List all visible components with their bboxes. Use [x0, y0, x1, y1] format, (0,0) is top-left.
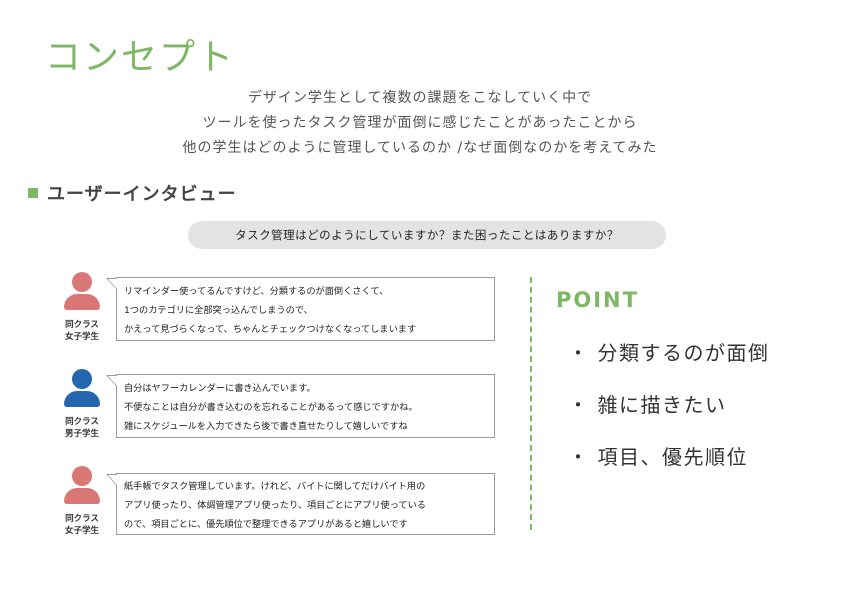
point-title: POINT [556, 288, 639, 312]
speech-bubble: 紙手帳でタスク管理しています。けれど、バイトに関してだけバイト用の アプリ使った… [106, 473, 495, 535]
section-title: ユーザーインタビュー [47, 184, 237, 205]
point-list: ・ 分類するのが面倒 ・ 雑に描きたい ・ 項目、優先順位 [568, 340, 770, 496]
bubble-line: 自分はヤフーカレンダーに書き込んでいます。 [124, 383, 316, 394]
point-item: ・ 項目、優先順位 [568, 445, 748, 469]
page-title: コンセプト [45, 37, 236, 78]
bullet-dot-icon: ・ [568, 341, 590, 365]
bubble-line: リマインダー使ってるんですけど、分類するのが面倒くさくて、 [124, 286, 389, 297]
bubble-line: 1つのカテゴリに全部突っ込んでしまうので、 [124, 305, 313, 316]
speech-bubble: リマインダー使ってるんですけど、分類するのが面倒くさくて、 1つのカテゴリに全部… [106, 277, 495, 341]
section-heading: ユーザーインタビュー [28, 180, 237, 206]
bubble-line: ので、項目ごとに、優先順位で整理できるアプリがあると嬉しいです [124, 519, 408, 530]
bullet-dot-icon: ・ [568, 393, 590, 417]
interviewee-label: 同クラス 男子学生 [64, 417, 99, 439]
intro-line: ツールを使ったタスク管理が面倒に感じたことがあったことから [202, 115, 638, 131]
green-square-icon [28, 188, 38, 198]
intro-line: デザイン学生として複数の課題をこなしていく中で [247, 90, 593, 106]
person-icon [62, 369, 102, 409]
interviewee-1: 同クラス 女子学生 [54, 272, 110, 343]
interviewee-label: 同クラス 女子学生 [64, 514, 99, 536]
bubble-line: 雑にスケジュールを入力できたら後で書き直せたりして嬉しいですね [124, 421, 408, 432]
point-divider [530, 277, 532, 530]
intro-line: 他の学生はどのように管理しているのか /なぜ面倒なのかを考えてみた [182, 140, 658, 156]
person-icon [62, 272, 102, 312]
bubble-line: 紙手帳でタスク管理しています。けれど、バイトに関してだけバイト用の [124, 481, 426, 492]
speech-bubble: 自分はヤフーカレンダーに書き込んでいます。 不便なことは自分が書き込むのを忘れる… [106, 374, 495, 438]
interview-question: タスク管理はどのようにしていますか？また困ったことはありますか？ [188, 221, 666, 249]
bubble-line: かえって見づらくなって、ちゃんとチェックつけなくなってしまいます [124, 324, 417, 335]
interviewee-2: 同クラス 男子学生 [54, 369, 110, 440]
bullet-dot-icon: ・ [568, 445, 590, 469]
bubble-line: 不便なことは自分が書き込むのを忘れることがあるって感じですかね。 [124, 402, 418, 413]
interviewee-label: 同クラス 女子学生 [64, 320, 99, 342]
point-item: ・ 雑に描きたい [568, 393, 727, 417]
intro-text: デザイン学生として複数の課題をこなしていく中で ツールを使ったタスク管理が面倒に… [150, 86, 690, 161]
point-item: ・ 分類するのが面倒 [568, 341, 770, 365]
bubble-line: アプリ使ったり、体調管理アプリ使ったり、項目ごとにアプリ使っている [124, 500, 426, 511]
person-icon [62, 466, 102, 506]
interviewee-3: 同クラス 女子学生 [54, 466, 110, 537]
